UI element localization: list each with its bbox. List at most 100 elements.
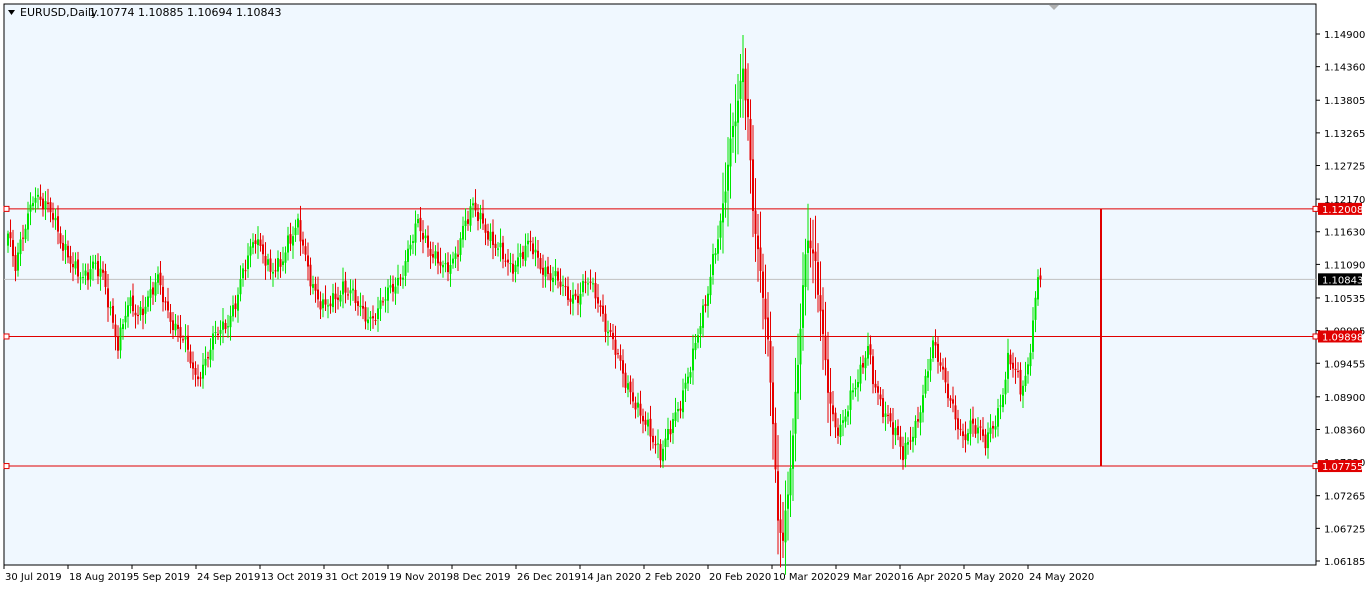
candle-body (397, 277, 399, 286)
candle-body (89, 269, 92, 280)
candle-body (149, 289, 152, 298)
candle-body (354, 289, 357, 304)
candle-body (479, 212, 482, 220)
candle-body (834, 412, 837, 428)
candle-body (587, 283, 589, 285)
candle-body (14, 255, 17, 271)
candle-body (829, 392, 832, 404)
candle-body (427, 235, 429, 248)
candle-body (687, 376, 689, 384)
level-handle-icon[interactable] (1312, 205, 1319, 212)
y-tick-label: 1.06185 (1324, 557, 1365, 568)
x-tick-label: 19 Nov 2019 (389, 572, 453, 583)
candle-body (387, 287, 389, 301)
candle-body (967, 433, 969, 441)
candle-body (184, 337, 187, 340)
candle-body (237, 294, 239, 311)
candle-body (144, 306, 147, 314)
candle-body (534, 249, 537, 253)
level-price-label: 1.07755 (1322, 462, 1363, 473)
candle-body (522, 251, 524, 259)
candle-body (22, 237, 24, 239)
candle-body (657, 443, 659, 445)
candle-body (177, 324, 179, 329)
candle-body (504, 260, 507, 262)
candle-body (997, 408, 999, 427)
candle-body (182, 339, 184, 341)
candle-body (899, 436, 902, 447)
candle-body (112, 305, 114, 323)
candle-body (164, 301, 167, 303)
candle-body (99, 268, 102, 277)
candle-body (1039, 275, 1042, 280)
candle-body (824, 335, 827, 361)
candle-body (794, 391, 797, 434)
candle-body (279, 259, 282, 267)
candle-body (977, 427, 979, 434)
y-tick-label: 1.08900 (1324, 393, 1365, 404)
candle-body (909, 440, 912, 442)
candle-body (944, 367, 947, 383)
candle-body (664, 438, 667, 447)
level-handle-icon[interactable] (1312, 463, 1319, 470)
candle-body (134, 312, 137, 316)
candle-body (734, 121, 737, 127)
x-tick-label: 31 Oct 2019 (325, 572, 387, 583)
level-handle-icon[interactable] (1312, 333, 1319, 340)
candle-body (262, 244, 264, 255)
plot-area (3, 3, 1317, 566)
candle-body (277, 258, 279, 272)
candle-body (567, 286, 569, 300)
candle-body (474, 202, 477, 211)
candle-body (152, 287, 154, 295)
candle-body (259, 239, 262, 246)
candle-body (269, 258, 272, 272)
candle-body (392, 283, 394, 292)
y-tick-label: 1.13805 (1324, 96, 1365, 107)
candle-body (929, 358, 932, 371)
candle-body (84, 270, 87, 276)
candle-body (709, 276, 712, 296)
candle-body (634, 402, 637, 410)
candle-body (287, 235, 289, 253)
candle-body (57, 216, 59, 232)
candle-body (44, 201, 47, 210)
candle-body (779, 519, 782, 533)
level-handle-icon[interactable] (3, 333, 10, 340)
candlestick-chart[interactable]: 1.149001.143601.138051.132651.127251.121… (0, 0, 1366, 588)
candle-body (884, 413, 887, 417)
candle-body (327, 305, 329, 307)
candle-body (942, 366, 944, 370)
candle-body (127, 305, 129, 317)
candle-body (854, 387, 857, 390)
level-handle-icon[interactable] (3, 205, 10, 212)
candle-body (974, 425, 977, 434)
candle-body (604, 313, 607, 332)
candle-body (467, 219, 469, 224)
x-tick-label: 2 Feb 2020 (645, 572, 701, 583)
candle-body (67, 245, 69, 258)
candle-body (309, 264, 312, 287)
y-tick-label: 1.08360 (1324, 425, 1365, 436)
candle-body (819, 295, 822, 312)
candle-body (187, 335, 189, 350)
level-price-label: 1.12008 (1322, 205, 1363, 216)
y-tick-label: 1.14360 (1324, 63, 1365, 74)
candle-body (219, 329, 222, 334)
chart-header: EURUSD,Daily 1.10774 1.10885 1.10694 1.1… (8, 6, 281, 19)
candle-body (984, 434, 987, 449)
candle-body (324, 299, 327, 305)
candle-body (107, 288, 109, 308)
candle-body (812, 249, 814, 254)
candle-body (194, 368, 197, 375)
candle-body (154, 282, 157, 296)
candle-body (69, 255, 72, 264)
candle-body (452, 258, 454, 264)
candle-body (444, 263, 447, 265)
candle-body (47, 202, 49, 204)
candle-body (547, 266, 549, 274)
candle-body (417, 218, 419, 224)
level-handle-icon[interactable] (3, 463, 10, 470)
x-tick-label: 26 Dec 2019 (517, 572, 581, 583)
candle-body (362, 305, 364, 309)
